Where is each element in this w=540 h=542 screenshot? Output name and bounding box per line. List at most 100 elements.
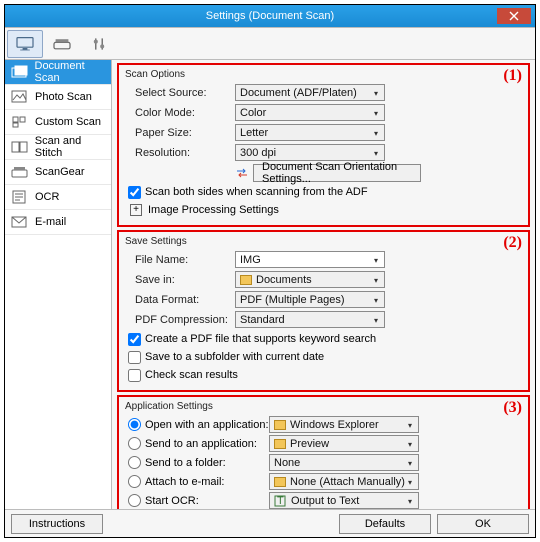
swap-icon[interactable] <box>235 167 249 179</box>
folder-icon <box>240 275 252 285</box>
select-source-dropdown[interactable]: Document (ADF/Platen)▾ <box>235 84 385 101</box>
sidebar-item-label: Document Scan <box>35 60 112 84</box>
email-icon <box>9 214 31 230</box>
sliders-icon <box>89 36 109 52</box>
pdf-compression-label: PDF Compression: <box>125 314 235 326</box>
tab-scan-from-computer[interactable] <box>7 30 43 58</box>
footer: Instructions Defaults OK <box>5 509 535 537</box>
attach-to-email-radio[interactable] <box>128 475 141 488</box>
color-mode-label: Color Mode: <box>125 107 235 119</box>
create-pdf-keyword-label: Create a PDF file that supports keyword … <box>145 333 376 345</box>
top-toolbar <box>5 28 535 60</box>
chevron-down-icon: ▾ <box>404 476 416 488</box>
sidebar-item-ocr[interactable]: OCR <box>5 185 111 210</box>
stitch-icon <box>9 139 31 155</box>
resolution-dropdown[interactable]: 300 dpi▾ <box>235 144 385 161</box>
start-ocr-radio[interactable] <box>128 494 141 507</box>
save-subfolder-checkbox[interactable] <box>128 351 141 364</box>
save-settings-title: Save Settings <box>125 236 522 247</box>
chevron-down-icon: ▾ <box>370 294 382 306</box>
sidebar: Document Scan Photo Scan Custom Scan Sca… <box>5 60 112 509</box>
sidebar-item-label: ScanGear <box>35 166 85 178</box>
attach-to-email-dropdown[interactable]: None (Attach Manually)▾ <box>269 473 419 490</box>
close-button[interactable] <box>497 8 531 24</box>
start-ocr-dropdown[interactable]: TOutput to Text▾ <box>269 492 419 509</box>
chevron-down-icon: ▾ <box>370 107 382 119</box>
ok-button[interactable]: OK <box>437 514 529 534</box>
create-pdf-keyword-checkbox[interactable] <box>128 333 141 346</box>
check-results-label: Check scan results <box>145 369 238 381</box>
chevron-down-icon: ▾ <box>404 495 416 507</box>
sidebar-item-scan-and-stitch[interactable]: Scan and Stitch <box>5 135 111 160</box>
pdf-compression-dropdown[interactable]: Standard▾ <box>235 311 385 328</box>
chevron-down-icon: ▾ <box>404 438 416 450</box>
sidebar-item-photo-scan[interactable]: Photo Scan <box>5 85 111 110</box>
image-processing-label: Image Processing Settings <box>148 204 279 216</box>
scan-both-sides-label: Scan both sides when scanning from the A… <box>145 186 368 198</box>
open-with-application-label: Open with an application: <box>145 419 269 431</box>
file-name-label: File Name: <box>125 254 235 266</box>
sidebar-item-email[interactable]: E-mail <box>5 210 111 235</box>
scanner-icon <box>52 36 72 52</box>
application-settings-group: (3) Application Settings Open with an ap… <box>117 395 530 509</box>
open-with-dropdown[interactable]: Windows Explorer▾ <box>269 416 419 433</box>
sidebar-item-label: Scan and Stitch <box>35 135 111 159</box>
instructions-button[interactable]: Instructions <box>11 514 103 534</box>
sidebar-item-label: Photo Scan <box>35 91 92 103</box>
sidebar-item-label: E-mail <box>35 216 66 228</box>
send-to-application-dropdown[interactable]: Preview▾ <box>269 435 419 452</box>
chevron-down-icon: ▾ <box>370 147 382 159</box>
orientation-settings-button[interactable]: Document Scan Orientation Settings... <box>253 164 421 182</box>
save-settings-group: (2) Save Settings File Name: IMG▾ Save i… <box>117 230 530 392</box>
paper-size-label: Paper Size: <box>125 127 235 139</box>
scan-both-sides-checkbox[interactable] <box>128 186 141 199</box>
sidebar-item-label: Custom Scan <box>35 116 101 128</box>
send-to-folder-dropdown[interactable]: None▾ <box>269 454 419 471</box>
window-title: Settings (Document Scan) <box>206 10 334 22</box>
settings-window: Settings (Document Scan) Document Scan <box>4 4 536 538</box>
photo-scan-icon <box>9 89 31 105</box>
folder-icon <box>274 439 286 449</box>
file-name-input[interactable]: IMG▾ <box>235 251 385 268</box>
check-results-checkbox[interactable] <box>128 369 141 382</box>
chevron-down-icon: ▾ <box>370 87 382 99</box>
save-in-label: Save in: <box>125 274 235 286</box>
monitor-icon <box>15 36 35 52</box>
attach-to-email-label: Attach to e-mail: <box>145 476 269 488</box>
chevron-down-icon: ▾ <box>404 419 416 431</box>
chevron-down-icon: ▾ <box>370 274 382 286</box>
custom-scan-icon <box>9 114 31 130</box>
main-panel: (1) Scan Options Select Source: Document… <box>112 60 535 509</box>
send-to-application-label: Send to an application: <box>145 438 269 450</box>
send-to-folder-label: Send to a folder: <box>145 457 269 469</box>
text-icon: T <box>274 495 288 507</box>
start-ocr-label: Start OCR: <box>145 495 269 507</box>
sidebar-item-scangear[interactable]: ScanGear <box>5 160 111 185</box>
svg-text:T: T <box>277 495 284 507</box>
open-with-application-radio[interactable] <box>128 418 141 431</box>
tab-preferences[interactable] <box>81 30 117 58</box>
scan-options-title: Scan Options <box>125 69 522 80</box>
save-in-dropdown[interactable]: Documents▾ <box>235 271 385 288</box>
sidebar-item-custom-scan[interactable]: Custom Scan <box>5 110 111 135</box>
title-bar: Settings (Document Scan) <box>5 5 535 27</box>
sidebar-item-label: OCR <box>35 191 59 203</box>
chevron-down-icon: ▾ <box>370 314 382 326</box>
send-to-folder-radio[interactable] <box>128 456 141 469</box>
send-to-application-radio[interactable] <box>128 437 141 450</box>
scangear-icon <box>9 164 31 180</box>
paper-size-dropdown[interactable]: Letter▾ <box>235 124 385 141</box>
color-mode-dropdown[interactable]: Color▾ <box>235 104 385 121</box>
annotation-1: (1) <box>503 67 522 85</box>
defaults-button[interactable]: Defaults <box>339 514 431 534</box>
tab-scan-from-panel[interactable] <box>44 30 80 58</box>
dialog-body: Document Scan Photo Scan Custom Scan Sca… <box>5 27 535 509</box>
select-source-label: Select Source: <box>125 87 235 99</box>
sidebar-item-document-scan[interactable]: Document Scan <box>5 60 111 85</box>
chevron-down-icon: ▾ <box>370 254 382 266</box>
expand-image-processing[interactable]: + <box>130 204 142 216</box>
scan-options-group: (1) Scan Options Select Source: Document… <box>117 63 530 227</box>
data-format-dropdown[interactable]: PDF (Multiple Pages)▾ <box>235 291 385 308</box>
chevron-down-icon: ▾ <box>404 457 416 469</box>
document-scan-icon <box>9 64 31 80</box>
